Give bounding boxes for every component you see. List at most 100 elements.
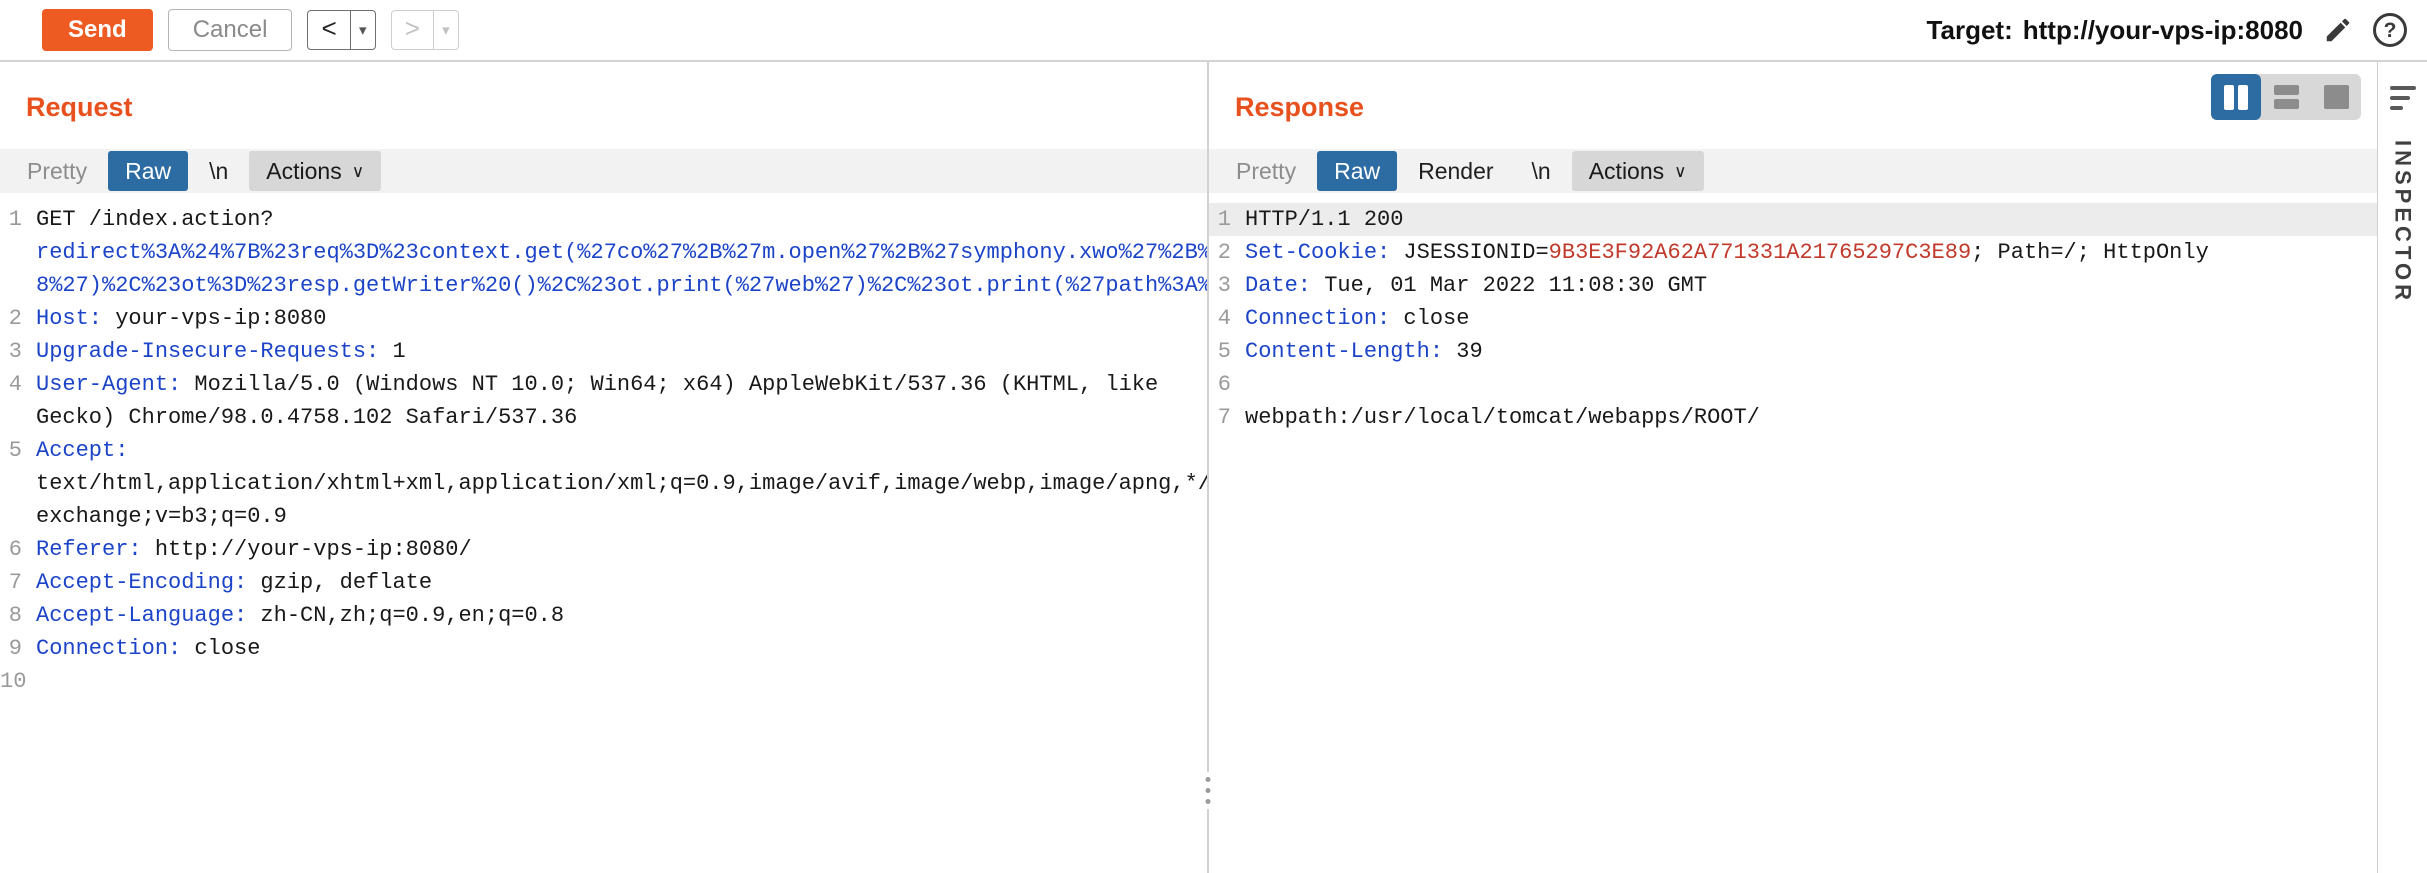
line-content: webpath:/usr/local/tomcat/webapps/ROOT/ — [1245, 401, 2377, 434]
line-number: 5 — [0, 434, 36, 533]
send-button[interactable]: Send — [42, 9, 153, 51]
tab-label: Pretty — [27, 158, 87, 185]
code-line[interactable]: 10 — [0, 665, 1207, 698]
forward-button[interactable]: > — [392, 11, 434, 49]
code-line[interactable]: 9Connection: close — [0, 632, 1207, 665]
tab-actions[interactable]: Actions∨ — [1572, 151, 1704, 191]
tab-label: Pretty — [1236, 158, 1296, 185]
panel-divider — [1207, 62, 1209, 873]
workspace: Request Pretty Raw \n Actions ∨ 1GET /index.… — [0, 62, 2427, 873]
tab-render[interactable]: Render — [1401, 151, 1510, 191]
line-content: User-Agent: Mozilla/5.0 (Windows NT 10.0… — [36, 368, 1207, 434]
back-dropdown-button[interactable]: ▾ — [350, 11, 375, 49]
line-number: 7 — [0, 566, 36, 599]
code-line[interactable]: 6 — [1209, 368, 2377, 401]
response-tabbar: Pretty Raw Render \n Actions∨ — [1209, 149, 2377, 193]
tab-pretty[interactable]: Pretty — [10, 151, 104, 191]
line-number: 2 — [0, 302, 36, 335]
line-content — [1245, 368, 2377, 401]
layout-toggle-group — [2211, 74, 2361, 120]
tab-actions[interactable]: Actions ∨ — [249, 151, 381, 191]
request-tabbar: Pretty Raw \n Actions ∨ — [0, 149, 1207, 193]
code-line[interactable]: 7Accept-Encoding: gzip, deflate — [0, 566, 1207, 599]
line-number: 10 — [0, 665, 40, 698]
layout-single-button[interactable] — [2311, 74, 2361, 120]
response-viewer[interactable]: 1HTTP/1.1 2002Set-Cookie: JSESSIONID=9B3… — [1209, 193, 2377, 434]
line-number: 7 — [1209, 401, 1245, 434]
panel-resize-handle[interactable] — [1201, 772, 1216, 809]
line-content: HTTP/1.1 200 — [1245, 203, 2377, 236]
line-content: Upgrade-Insecure-Requests: 1 — [36, 335, 1207, 368]
request-title: Request — [26, 92, 1183, 123]
code-line[interactable]: 1HTTP/1.1 200 — [1209, 203, 2377, 236]
line-content: Date: Tue, 01 Mar 2022 11:08:30 GMT — [1245, 269, 2377, 302]
help-button[interactable]: ? — [2373, 13, 2407, 47]
chevron-down-icon: ▾ — [359, 21, 367, 39]
request-editor[interactable]: 1GET /index.action? redirect%3A%24%7B%23… — [0, 193, 1207, 698]
tab-pretty[interactable]: Pretty — [1219, 151, 1313, 191]
code-line[interactable]: 4Connection: close — [1209, 302, 2377, 335]
rows-layout-icon — [2274, 85, 2299, 109]
line-content: Accept: text/html,application/xhtml+xml,… — [36, 434, 1207, 533]
tab-newline[interactable]: \n — [192, 151, 245, 191]
inspector-label: INSPECTOR — [2390, 140, 2416, 304]
response-panel: Response Pretty Raw Render \n Actions∨ 1HTTP… — [1209, 62, 2377, 873]
target-display: Target:http://your-vps-ip:8080 — [1927, 15, 2303, 46]
back-button[interactable]: < — [308, 11, 350, 49]
line-content: Connection: close — [36, 632, 1207, 665]
code-line[interactable]: 2Host: your-vps-ip:8080 — [0, 302, 1207, 335]
line-number: 9 — [0, 632, 36, 665]
code-line[interactable]: 1GET /index.action? redirect%3A%24%7B%23… — [0, 203, 1207, 302]
edit-target-button[interactable] — [2318, 10, 2358, 50]
tab-label: Render — [1418, 158, 1493, 185]
line-number: 1 — [0, 203, 36, 302]
line-number: 3 — [1209, 269, 1245, 302]
response-header: Response — [1209, 62, 2377, 149]
line-content: Accept-Encoding: gzip, deflate — [36, 566, 1207, 599]
line-content: Connection: close — [1245, 302, 2377, 335]
forward-dropdown-button[interactable]: ▾ — [433, 11, 458, 49]
request-panel: Request Pretty Raw \n Actions ∨ 1GET /index.… — [0, 62, 1207, 873]
menu-icon[interactable] — [2390, 86, 2416, 110]
layout-columns-button[interactable] — [2211, 74, 2261, 120]
tab-label: \n — [209, 158, 228, 185]
tab-newline[interactable]: \n — [1515, 151, 1568, 191]
code-line[interactable]: 4User-Agent: Mozilla/5.0 (Windows NT 10.… — [0, 368, 1207, 434]
columns-layout-icon — [2224, 85, 2248, 110]
code-line[interactable]: 7webpath:/usr/local/tomcat/webapps/ROOT/ — [1209, 401, 2377, 434]
tab-label: Actions — [1589, 158, 1664, 185]
code-line[interactable]: 5Content-Length: 39 — [1209, 335, 2377, 368]
line-content: Set-Cookie: JSESSIONID=9B3E3F92A62A77133… — [1245, 236, 2377, 269]
line-number: 6 — [0, 533, 36, 566]
request-header: Request — [0, 62, 1207, 149]
line-content: Referer: http://your-vps-ip:8080/ — [36, 533, 1207, 566]
tab-label: Actions — [266, 158, 341, 185]
line-content: Host: your-vps-ip:8080 — [36, 302, 1207, 335]
code-line[interactable]: 3Upgrade-Insecure-Requests: 1 — [0, 335, 1207, 368]
chevron-down-icon: ∨ — [352, 163, 364, 180]
response-title: Response — [1235, 92, 2353, 123]
tab-raw[interactable]: Raw — [1317, 151, 1397, 191]
line-content: Content-Length: 39 — [1245, 335, 2377, 368]
pencil-icon — [2323, 15, 2353, 45]
line-number: 3 — [0, 335, 36, 368]
line-number: 5 — [1209, 335, 1245, 368]
line-content — [40, 665, 1207, 698]
code-line[interactable]: 6Referer: http://your-vps-ip:8080/ — [0, 533, 1207, 566]
code-line[interactable]: 2Set-Cookie: JSESSIONID=9B3E3F92A62A7713… — [1209, 236, 2377, 269]
cancel-button[interactable]: Cancel — [168, 9, 293, 51]
code-line[interactable]: 3Date: Tue, 01 Mar 2022 11:08:30 GMT — [1209, 269, 2377, 302]
tab-label: \n — [1532, 158, 1551, 185]
layout-rows-button[interactable] — [2261, 74, 2311, 120]
history-back-control: < ▾ — [307, 10, 375, 50]
tab-label: Raw — [1334, 158, 1380, 185]
code-line[interactable]: 8Accept-Language: zh-CN,zh;q=0.9,en;q=0.… — [0, 599, 1207, 632]
target-url: http://your-vps-ip:8080 — [2023, 15, 2303, 45]
tab-raw[interactable]: Raw — [108, 151, 188, 191]
inspector-sidebar: INSPECTOR — [2377, 62, 2427, 873]
history-forward-control: > ▾ — [391, 10, 459, 50]
line-number: 4 — [0, 368, 36, 434]
code-line[interactable]: 5Accept: text/html,application/xhtml+xml… — [0, 434, 1207, 533]
line-content: GET /index.action? redirect%3A%24%7B%23r… — [36, 203, 1207, 302]
single-pane-icon — [2324, 85, 2349, 109]
